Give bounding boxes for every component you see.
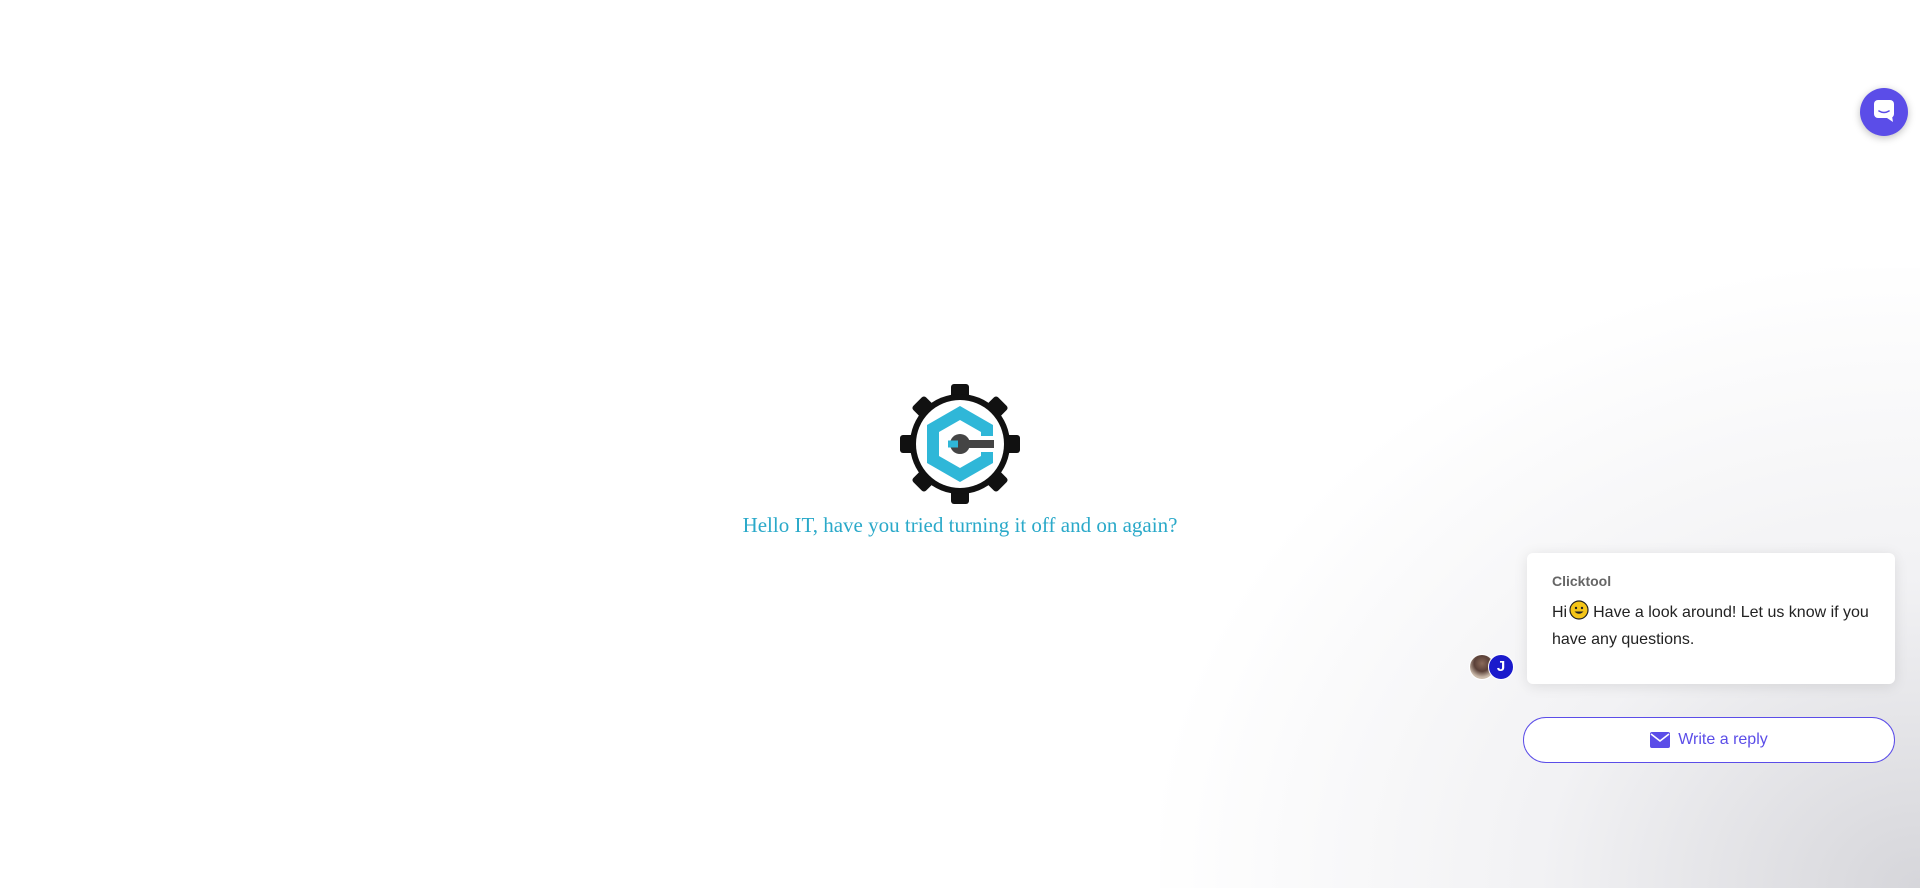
envelope-icon (1650, 732, 1671, 748)
messenger-launcher-button[interactable] (1860, 88, 1908, 136)
write-reply-label: Write a reply (1678, 731, 1768, 748)
avatar-initial: J (1488, 654, 1514, 680)
chat-message-card[interactable]: Clicktool Hi Have a look around! Let us k… (1527, 553, 1895, 684)
chat-greeting: Hi (1552, 604, 1568, 621)
hero: Hello IT, have you tried turning it off … (0, 382, 1920, 538)
chat-message-text: Have a look around! Let us know if you h… (1552, 604, 1869, 648)
team-avatars: J (1469, 654, 1515, 680)
hero-tagline: Hello IT, have you tried turning it off … (742, 513, 1178, 537)
write-reply-button[interactable]: Write a reply (1523, 717, 1895, 763)
page: Hello IT, have you tried turning it off … (0, 0, 1920, 888)
chat-bubble-icon (1871, 97, 1897, 128)
chat-message-body: Hi Have a look around! Let us know if you… (1552, 600, 1871, 652)
chat-sender-name: Clicktool (1552, 573, 1612, 589)
smiley-emoji-icon (1569, 600, 1589, 628)
gear-wrench-logo-icon (898, 382, 1022, 506)
